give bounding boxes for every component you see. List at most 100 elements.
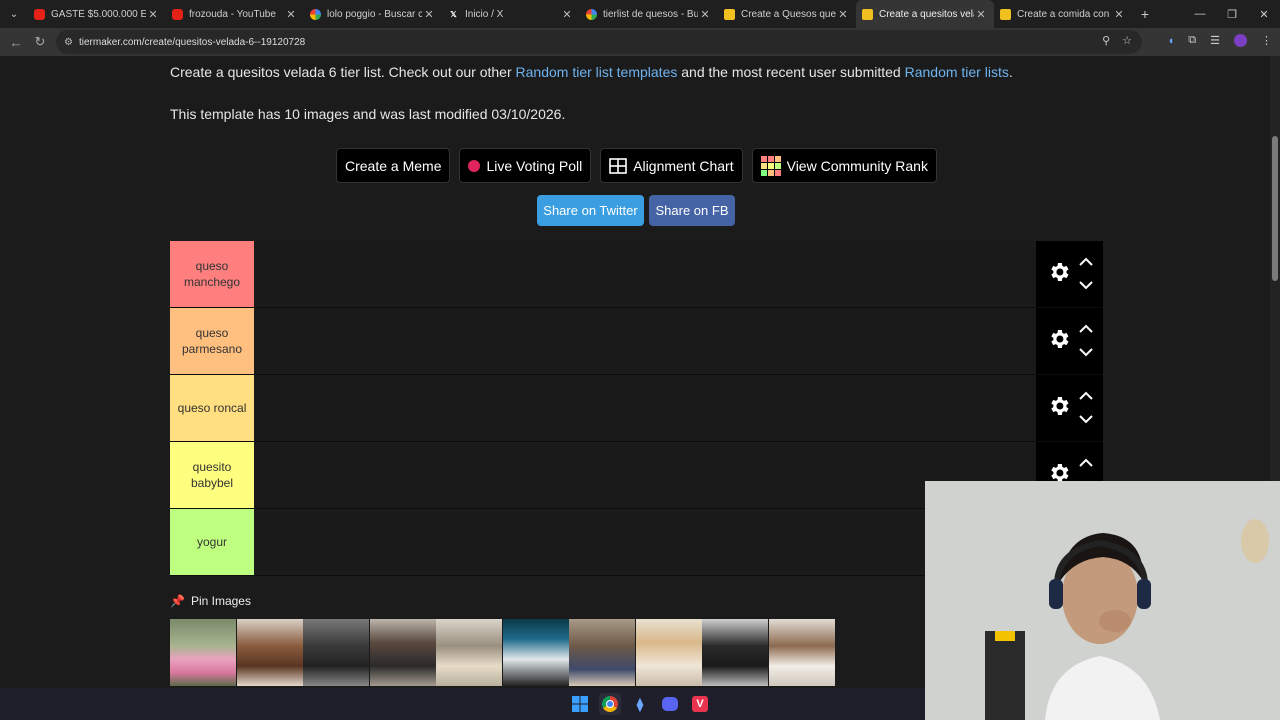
tab-close-icon[interactable]: ✕ [836,8,850,21]
bookmark-star-icon[interactable]: ☆ [1122,34,1132,47]
discord-icon[interactable] [659,693,681,715]
tab-close-icon[interactable]: ✕ [974,8,988,21]
move-down-icon[interactable] [1078,344,1093,362]
back-icon[interactable]: ← [4,30,28,54]
new-tab-button[interactable]: + [1132,6,1158,22]
reload-icon[interactable]: ↻ [28,30,52,54]
tab-close-icon[interactable]: ✕ [698,8,712,21]
image-tile[interactable] [436,619,502,686]
pushpin-icon: 📌 [170,594,185,608]
pin-images-toggle[interactable]: 📌 Pin Images [170,594,251,608]
browser-tab[interactable]: frozouda - YouTube ✕ [166,0,304,28]
image-tile[interactable] [502,619,569,686]
color-grid-icon [760,155,781,176]
google-icon [310,8,321,20]
media-control-icon[interactable]: ☰ [1210,34,1220,47]
scrollbar-thumb[interactable] [1272,136,1278,281]
profile-avatar[interactable] [1234,34,1247,47]
grid-icon [609,157,628,174]
gear-icon[interactable] [1047,394,1071,423]
extension-icon[interactable]: ◖ [1168,35,1175,47]
valorant-icon[interactable]: V [689,693,711,715]
tab-close-icon[interactable]: ✕ [1112,8,1126,21]
close-window-icon[interactable]: ✕ [1248,0,1280,28]
tab-close-icon[interactable]: ✕ [560,8,574,21]
x-icon: 𝕏 [450,9,457,19]
browser-tab[interactable]: Create a quesitos velada✕ [856,0,994,28]
pin-images-label: Pin Images [190,594,251,608]
tier-controls [1036,308,1103,374]
share-facebook-button[interactable]: Share on FB [649,195,735,226]
tier-row: queso roncal [170,375,1103,442]
action-buttons: Create a Meme Live Voting Poll Alignment… [336,148,937,183]
site-info-icon[interactable]: ⚙ [64,37,73,48]
browser-tab[interactable]: Create a Quesos que me✕ [718,0,856,28]
tab-close-icon[interactable]: ✕ [422,8,436,21]
image-tile[interactable] [303,619,369,686]
live-voting-poll-button[interactable]: Live Voting Poll [459,148,592,183]
tab-title: Create a comida con que [1017,8,1112,20]
address-bar[interactable]: ⚙ tiermaker.com/create/quesitos-velada-6… [56,30,1142,54]
tier-label[interactable]: yogur [170,509,254,575]
google-icon [586,8,597,20]
tier-drop-zone[interactable] [254,241,1036,307]
gear-icon[interactable] [1047,260,1071,289]
image-tile[interactable] [635,619,702,686]
move-up-icon[interactable] [1078,387,1093,405]
tiermaker-icon [862,8,873,20]
restore-icon[interactable]: ❐ [1216,0,1248,28]
view-community-rank-label: View Community Rank [786,157,928,174]
move-down-icon[interactable] [1078,411,1093,429]
move-up-icon[interactable] [1078,454,1093,472]
app-icon[interactable]: ⧫ [629,693,651,715]
tier-drop-zone[interactable] [254,509,1036,575]
image-tile[interactable] [170,619,236,686]
browser-tab[interactable]: 𝕏 Inicio / X ✕ [442,0,580,28]
share-twitter-button[interactable]: Share on Twitter [537,195,644,226]
tier-drop-zone[interactable] [254,442,1036,508]
move-up-icon[interactable] [1078,253,1093,271]
browser-tab[interactable]: GASTÉ $5.000.000 EN EL✕ [28,0,166,28]
browser-tab[interactable]: lolo poggio - Buscar con✕ [304,0,442,28]
image-tile[interactable] [569,619,635,686]
tab-search-icon[interactable]: ⌄ [0,0,28,28]
view-community-rank-button[interactable]: View Community Rank [751,148,937,183]
tier-label[interactable]: queso roncal [170,375,254,441]
browser-tab[interactable]: Create a comida con que✕ [994,0,1132,28]
start-menu-icon[interactable] [569,693,591,715]
webcam-overlay [925,481,1280,720]
tab-title: lolo poggio - Buscar con [327,8,422,20]
create-meme-button[interactable]: Create a Meme [336,148,451,183]
tab-title: frozouda - YouTube [189,8,276,20]
tier-drop-zone[interactable] [254,375,1036,441]
extensions-puzzle-icon[interactable]: ⧉ [1188,34,1196,47]
gear-icon[interactable] [1047,327,1071,356]
tab-close-icon[interactable]: ✕ [284,8,298,21]
image-tile[interactable] [768,619,835,686]
tier-drop-zone[interactable] [254,308,1036,374]
tier-label[interactable]: queso manchego [170,241,254,307]
random-templates-link[interactable]: Random tier list templates [516,64,678,80]
menu-kebab-icon[interactable]: ⋮ [1261,34,1272,47]
alignment-chart-button[interactable]: Alignment Chart [600,148,743,183]
move-down-icon[interactable] [1078,277,1093,295]
tab-close-icon[interactable]: ✕ [146,8,160,21]
image-pool [170,619,835,686]
intro-middle: and the most recent user submitted [677,64,905,80]
tiermaker-icon [724,8,735,20]
browser-tab[interactable]: tierlist de quesos - Busca✕ [580,0,718,28]
minimize-icon[interactable]: — [1184,0,1216,28]
random-tierlists-link[interactable]: Random tier lists [905,64,1009,80]
image-tile[interactable] [369,619,436,686]
tier-label[interactable]: quesito babybel [170,442,254,508]
image-tile[interactable] [236,619,303,686]
tier-label[interactable]: queso parmesano [170,308,254,374]
tab-title: Create a Quesos que me [741,8,836,20]
image-tile[interactable] [702,619,768,686]
chrome-icon[interactable] [599,693,621,715]
move-up-icon[interactable] [1078,320,1093,338]
template-info: This template has 10 images and was last… [170,106,566,122]
streamer-webcam-image [925,481,1280,720]
zoom-icon[interactable]: ⚲ [1102,34,1110,47]
tiermaker-icon [1000,8,1011,20]
